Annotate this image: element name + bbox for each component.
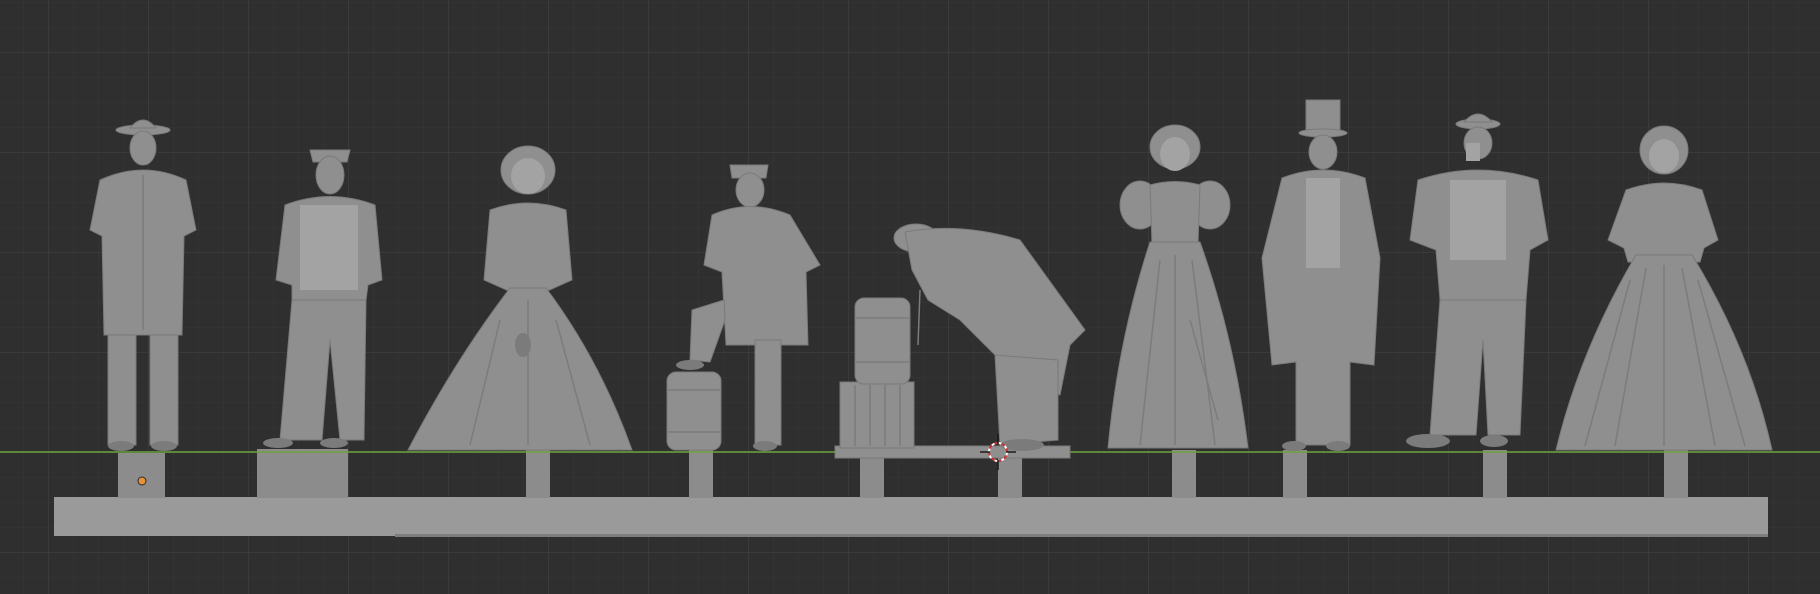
figure-bearded-man-vest[interactable] bbox=[263, 149, 383, 448]
pedestal-peg-8[interactable] bbox=[1483, 450, 1507, 498]
barrel-tall[interactable] bbox=[854, 297, 911, 385]
figure-man-top-hat[interactable] bbox=[1261, 99, 1381, 451]
figure-woman-bonnet-hoop-dress[interactable] bbox=[407, 145, 633, 451]
wooden-crate[interactable] bbox=[839, 381, 915, 449]
pedestal-block-1[interactable] bbox=[118, 453, 165, 498]
pedestal-peg-4[interactable] bbox=[689, 450, 713, 498]
figure-soldier-foot-on-barrel[interactable] bbox=[666, 164, 821, 451]
pedestal-block-2[interactable] bbox=[257, 449, 348, 498]
figure-man-bending-at-barrel[interactable] bbox=[834, 223, 1086, 459]
figure-woman-puff-sleeves-umbrella[interactable] bbox=[1107, 124, 1249, 449]
base-plate[interactable] bbox=[54, 497, 1768, 536]
pedestal-peg-3[interactable] bbox=[526, 450, 550, 498]
figure-man-bowler-drinking[interactable] bbox=[1406, 113, 1549, 448]
pedestal-peg-5a[interactable] bbox=[860, 455, 884, 498]
viewport-scene[interactable] bbox=[0, 0, 1820, 594]
origin-dot-icon bbox=[137, 476, 147, 486]
pedestal-peg-5b[interactable] bbox=[998, 455, 1022, 498]
pedestal-peg-6[interactable] bbox=[1172, 450, 1196, 498]
3d-viewport[interactable] bbox=[0, 0, 1820, 594]
base-plate-shadow bbox=[395, 534, 1768, 537]
pedestal-peg-7[interactable] bbox=[1283, 450, 1307, 498]
pedestal-peg-9[interactable] bbox=[1664, 450, 1688, 498]
barrel-small[interactable] bbox=[666, 371, 722, 451]
figure-soldier-long-coat[interactable] bbox=[89, 119, 197, 451]
figure-woman-bonnet-waving[interactable] bbox=[1555, 125, 1773, 451]
mug[interactable] bbox=[1466, 143, 1480, 161]
